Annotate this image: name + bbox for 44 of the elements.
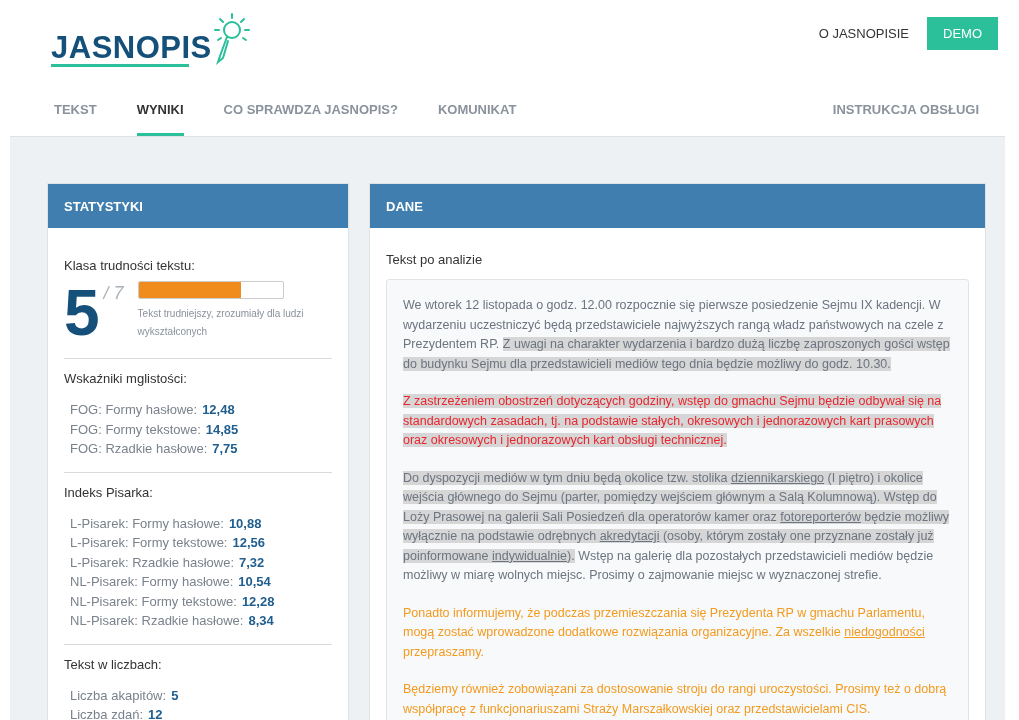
paragraph: Ponadto informujemy, że podczas przemieszczania się Prezydenta RP w gmachu Parlamentu, mogą zostać wprowadzone dodatkowe rozwiązania organizacyjne. Za wszelkie niedogodności przepraszamy.: [403, 604, 926, 661]
section-title: Klasa trudności tekstu:: [64, 258, 196, 273]
paragraph: We wtorek 12 listopada o godz. 12.00 rozpocznie się pierwsze posiedzenie Sejmu IX kadencji. W wydarzeniu uczestniczyć będą przedstawiciele najwyższych rangą władz państwowych na czele z Prezydentem RP. Z uwagi na charakter wydarzenia i bardzo dużą liczbę zaproszonych gości wstęp do budynku Sejmu dla przedstawicieli mediów tego dnia będzie możliwy do godz. 10.30.: [403, 297, 951, 373]
stat-label: NL-Pisarek: Rzadkie hasłowe:: [70, 613, 244, 628]
demo-button[interactable]: DEMO: [927, 17, 998, 50]
paragraph: Z zastrzeżeniem obostrzeń dotyczących godziny, wstęp do gmachu Sejmu będzie odbywał się na standardowych zasadach, tj. na podstawie stałych, okresowych i jednorazowych kart prasowych oraz okresowych i jednorazowych kart obsługi technicznej.: [403, 393, 943, 449]
nav-tab[interactable]: KOMUNIKAT: [437, 88, 517, 136]
stat-value: 12,56: [232, 535, 266, 550]
stat-value: 7,75: [212, 441, 238, 456]
stat-label: L-Pisarek: Formy hasłowe:: [70, 515, 224, 531]
stat-value: 12,28: [241, 593, 275, 609]
stat-label: Liczba akapitów:: [70, 687, 167, 703]
about-link[interactable]: O JASNOPISIE: [818, 26, 909, 41]
section-title: Indeks Pisarka:: [64, 484, 154, 500]
stat-label: FOG: Formy hasłowe:: [70, 402, 198, 417]
stat-value: 7,32: [239, 554, 265, 570]
stat-label: NL-Pisarek: Formy tekstowe:: [70, 593, 237, 609]
section-title: Wskaźniki mglistości:: [64, 371, 188, 386]
stat-label: FOG: Formy tekstowe:: [70, 421, 201, 437]
panel-header: STATYSTYKI: [48, 184, 348, 228]
difficulty-description: Tekst trudniejszy, zrozumiały dla ludzi wykształconych: [137, 307, 305, 339]
paragraph: Będziemy również zobowiązani za dostosowanie stroju do rangi uroczystości. Prosimy też o dobrą współpracę z funkcjonariuszami Straży Marszałkowskiej oraz przedstawicielami CIS.: [403, 681, 948, 718]
stat-label: L-Pisarek: Formy tekstowe:: [70, 535, 228, 550]
stat-label: L-Pisarek: Rzadkie hasłowe:: [70, 554, 235, 570]
text-label: Tekst po analizie: [386, 252, 484, 267]
logo-text[interactable]: JASNOPIS: [51, 32, 212, 63]
stat-value: 8,34: [248, 613, 274, 628]
stat-label: NL-Pisarek: Formy hasłowe:: [70, 574, 234, 589]
help-tab[interactable]: INSTRUKCJA OBSŁUGI: [832, 88, 979, 136]
stat-value: 10,54: [238, 574, 271, 589]
stat-label: Liczba zdań:: [70, 707, 143, 720]
stat-value: 12: [148, 707, 163, 720]
stat-value: 5: [171, 687, 179, 703]
paragraph: Do dyspozycji mediów w tym dniu będą okolice tzw. stolika dziennikarskiego (I piętro) i okolice wejścia głównego do Sejmu (parter, pomiędzy wejściem głównym a Salą Kolumnową). Wstęp do Loży Prasowej na galerii Sali Posiedzeń dla operatorów kamer oraz fotoreporterów będzie możliwy wyłącznie na podstawie odrębnych akredytacji (osoby, którym zostały one przyznane zostały już poinformowane indywidualnie). Wstęp na galerię dla pozostałych przedstawicieli mediów będzie możliwy w miarę wolnych miejsc. Prosimy o zajmowanie miejsc w wyznaczonej strefie.: [403, 469, 951, 584]
stat-value: 12,48: [202, 402, 235, 417]
grade-maximum: / 7: [103, 283, 124, 304]
section-title: Tekst w liczbach:: [64, 656, 163, 672]
stat-value: 14,85: [205, 421, 239, 437]
stat-value: 10,88: [228, 515, 262, 531]
panel-header: DANE: [370, 184, 985, 228]
stat-label: FOG: Rzadkie hasłowe:: [70, 441, 208, 456]
nav-tab[interactable]: CO SPRAWDZA JASNOPIS?: [223, 88, 398, 136]
difficulty-grade: 5: [64, 281, 100, 345]
nav-tab[interactable]: TEKST: [54, 88, 97, 136]
